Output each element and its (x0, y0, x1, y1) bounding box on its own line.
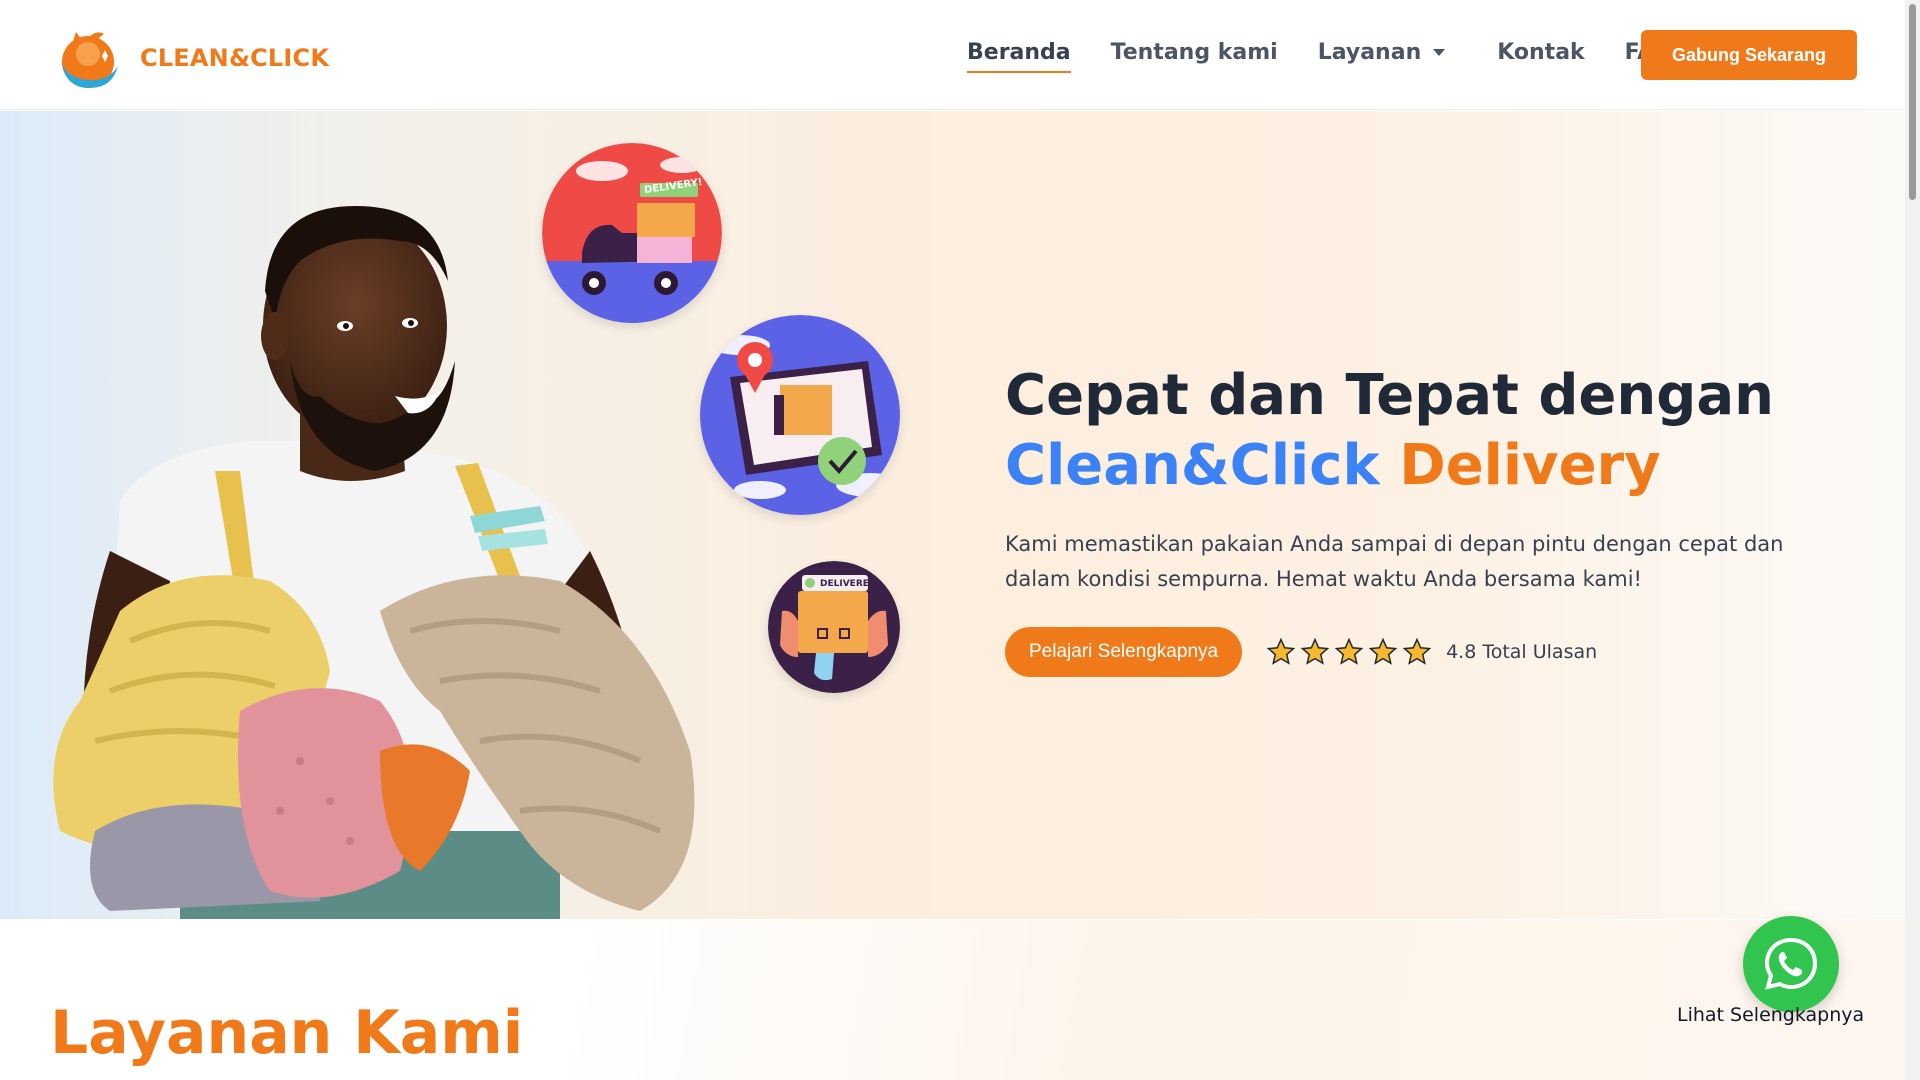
chevron-down-icon (1433, 49, 1446, 56)
star-icon (1368, 637, 1398, 665)
nav-item-layanan-label: Layanan (1317, 40, 1422, 65)
hero-title: Cepat dan Tepat dengan Clean&Click Deliv… (1005, 361, 1885, 501)
star-icon (1266, 637, 1296, 665)
hero-section: DELIVERY! DELIVERED Cepat dan Tepat deng… (0, 111, 1905, 919)
nav-item-layanan[interactable]: Layanan (1318, 40, 1446, 65)
hero-title-line1: Cepat dan Tepat dengan (1005, 363, 1775, 428)
hero-actions: Pelajari Selengkapnya 4.8 Total Ulasan (1005, 627, 1885, 677)
delivery-scooter-icon (542, 143, 722, 323)
scrollbar-thumb[interactable] (1909, 4, 1916, 200)
logo-icon (62, 32, 118, 88)
hero-description: Kami memastikan pakaian Anda sampai di d… (1005, 532, 1784, 591)
whatsapp-label: Lihat Selengkapnya (1677, 1004, 1865, 1026)
nav-item-kontak[interactable]: Kontak (1497, 40, 1584, 65)
hero-content: Cepat dan Tepat dengan Clean&Click Deliv… (1005, 361, 1885, 677)
services-section: Layanan Kami (0, 920, 1905, 1080)
services-title: Layanan Kami (50, 998, 524, 1068)
star-icon (1402, 637, 1432, 665)
star-icon (1300, 637, 1330, 665)
whatsapp-icon (1764, 937, 1818, 990)
main-nav: Beranda Tentang kami Layanan Kontak FAQ (967, 40, 1713, 73)
hero-title-highlight: Delivery (1399, 433, 1661, 498)
whatsapp-button[interactable] (1743, 916, 1839, 1012)
hero-title-brand: Clean&Click (1005, 433, 1380, 498)
package-delivered-badge: DELIVERED (768, 561, 900, 693)
brand-name: CLEAN&CLICK (140, 44, 330, 72)
brand-logo[interactable]: CLEAN&CLICK (58, 26, 329, 90)
nav-item-beranda[interactable]: Beranda (967, 40, 1071, 73)
hero-person-laundry-image (53, 206, 695, 919)
nav-item-tentang-kami[interactable]: Tentang kami (1111, 40, 1278, 65)
delivery-scooter-badge: DELIVERY! (542, 143, 722, 323)
join-now-button[interactable]: Gabung Sekarang (1641, 30, 1857, 80)
page-scrollbar[interactable] (1905, 0, 1920, 1080)
rating-stars (1266, 637, 1436, 667)
location-tracking-icon (700, 315, 900, 515)
learn-more-button[interactable]: Pelajari Selengkapnya (1005, 627, 1243, 677)
location-tracking-badge (700, 315, 900, 515)
rating-text: 4.8 Total Ulasan (1446, 641, 1598, 663)
site-header: CLEAN&CLICK Beranda Tentang kami Layanan… (0, 0, 1905, 110)
star-icon (1334, 637, 1364, 665)
delivered-badge-text: DELIVERED (820, 579, 877, 589)
